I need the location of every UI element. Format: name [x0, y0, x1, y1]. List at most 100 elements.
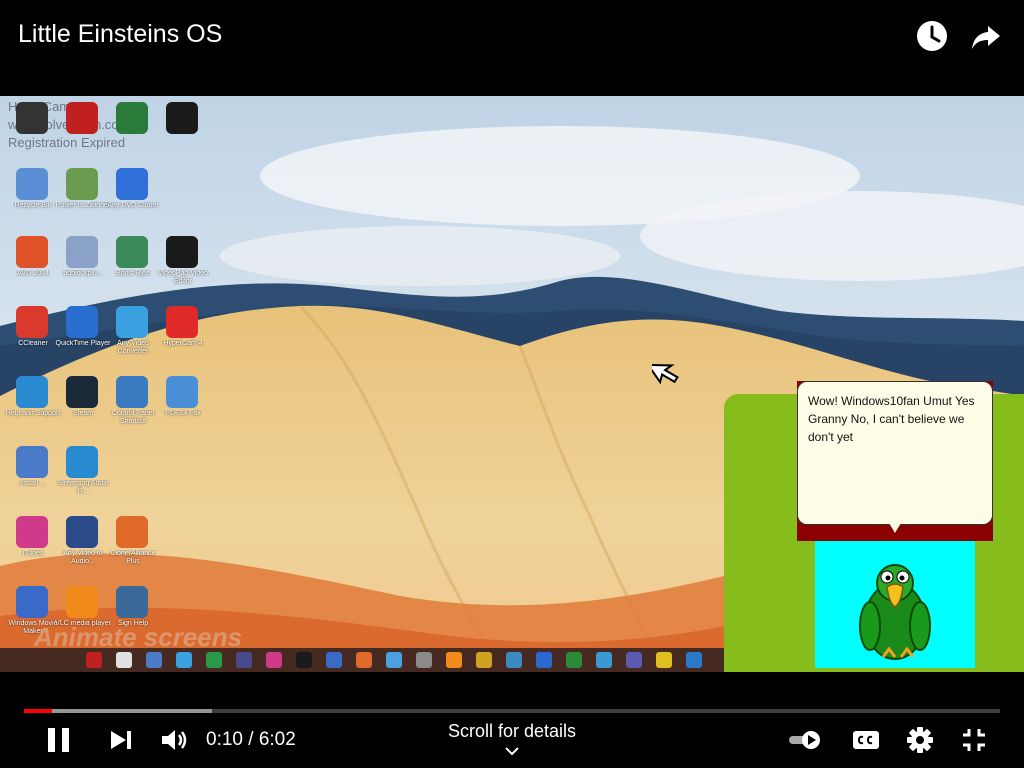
shortcut-label: PDF24 Fax — [165, 410, 201, 417]
shortcut-icon — [66, 102, 98, 134]
taskbar-app-icon[interactable] — [446, 652, 462, 668]
taskbar-app-icon[interactable] — [116, 652, 132, 668]
taskbar-app-icon[interactable] — [206, 652, 222, 668]
time-display: 0:10 / 6:02 — [206, 729, 296, 750]
top-bar: Little Einsteins OS — [0, 0, 1024, 96]
taskbar-app-icon[interactable] — [626, 652, 642, 668]
taskbar-app-icon[interactable] — [416, 652, 432, 668]
taskbar-app-icon[interactable] — [566, 652, 582, 668]
speech-bubble-tail — [889, 523, 901, 533]
watch-later-button[interactable] — [914, 18, 950, 54]
desktop-shortcut-icon[interactable]: AVG 2014 — [8, 236, 58, 306]
shortcut-label: VideoPad Video Editor — [158, 270, 208, 285]
captions-button[interactable] — [850, 724, 882, 756]
video-title[interactable]: Little Einsteins OS — [18, 20, 222, 49]
desktop-shortcut-icon[interactable]: HyperCam 4 — [158, 306, 208, 376]
settings-button[interactable] — [904, 724, 936, 756]
progress-bar[interactable] — [24, 709, 1000, 713]
desktop-shortcut-icon[interactable] — [8, 102, 58, 172]
autoplay-toggle[interactable] — [786, 724, 826, 756]
next-button[interactable] — [106, 724, 136, 756]
taskbar-app-icon[interactable] — [386, 652, 402, 668]
scroll-for-details[interactable]: Scroll for details — [412, 721, 612, 742]
desktop-shortcut-icon[interactable]: Any Video to Audio... — [58, 516, 108, 586]
taskbar-app-icon[interactable] — [266, 652, 282, 668]
volume-button[interactable] — [158, 724, 190, 756]
next-icon — [111, 731, 131, 749]
taskbar-app-icon[interactable] — [146, 652, 162, 668]
desktop-shortcut-icon[interactable] — [158, 102, 208, 172]
chevron-down-icon[interactable] — [503, 744, 521, 758]
desktop-shortcut-icon[interactable]: Install ... — [8, 446, 58, 516]
shortcut-icon — [166, 236, 198, 268]
taskbar-app-icon[interactable] — [236, 652, 252, 668]
shortcut-icon — [16, 306, 48, 338]
video-frame[interactable]: HyperCam 4 www.solveigmm.com Registratio… — [0, 96, 1024, 672]
share-arrow-icon — [972, 26, 1000, 49]
taskbar-app-icon[interactable] — [506, 652, 522, 668]
shortcut-icon — [166, 376, 198, 408]
shortcut-icon — [16, 236, 48, 268]
parrot-character-box — [815, 541, 975, 668]
taskbar-app-icon[interactable] — [176, 652, 192, 668]
taskbar-app-icon[interactable] — [356, 652, 372, 668]
captions-icon — [853, 731, 879, 749]
desktop-shortcut-icon[interactable]: Boost Byte — [108, 236, 158, 306]
mouse-cursor-icon — [652, 363, 679, 385]
desktop-shortcut-icon[interactable]: Steam — [58, 376, 108, 446]
desktop-shortcut-icon[interactable] — [108, 102, 158, 172]
taskbar-app-icon[interactable] — [656, 652, 672, 668]
taskbar-app-icon[interactable] — [296, 652, 312, 668]
volume-icon — [162, 730, 187, 750]
shortcut-icon — [66, 446, 98, 478]
shortcut-icon — [16, 168, 48, 200]
desktop-shortcut-icon[interactable]: Any Video Converter — [108, 306, 158, 376]
shortcut-icon — [116, 236, 148, 268]
exit-fullscreen-icon — [963, 729, 985, 751]
taskbar-app-icon[interactable] — [326, 652, 342, 668]
desktop-shortcut-icon[interactable]: CCleaner — [8, 306, 58, 376]
desktop-shortcut-icon[interactable]: Help and Support — [6, 376, 60, 446]
clock-icon — [917, 21, 947, 51]
shortcut-icon — [116, 586, 148, 618]
shortcut-icon — [66, 586, 98, 618]
pause-icon — [48, 728, 69, 752]
desktop-shortcut-icon[interactable]: VideoPad Video Editor — [158, 236, 208, 306]
played-bar — [24, 709, 52, 713]
desktop-shortcut-icon[interactable]: ClonerAlliance Plus — [108, 516, 158, 586]
share-button[interactable] — [968, 18, 1004, 54]
desktop-shortcut-icon[interactable]: Recycle Bin — [8, 168, 58, 238]
taskbar-app-icon[interactable] — [476, 652, 492, 668]
pause-button[interactable] — [44, 724, 74, 756]
shortcut-icon — [66, 376, 98, 408]
desktop-shortcut-icon[interactable]: QuickTime Player — [56, 306, 110, 376]
shortcut-label: Any DVD Cloner — [107, 202, 159, 209]
taskbar-app-icon[interactable] — [86, 652, 102, 668]
taskbar — [0, 648, 724, 672]
shortcut-icon — [16, 586, 48, 618]
desktop-shortcut-icon[interactable]: Power to Zwinner — [56, 168, 110, 238]
buffered-bar — [24, 709, 212, 713]
desktop-shortcut-icon[interactable]: PDF24 Fax — [158, 376, 208, 446]
desktop-shortcut-icon[interactable]: iTunes — [8, 516, 58, 586]
shortcut-icon — [166, 306, 198, 338]
desktop-shortcut-icon[interactable]: Streaming Audio R... — [57, 446, 109, 516]
shortcut-icon — [116, 376, 148, 408]
shortcut-icon — [66, 236, 98, 268]
taskbar-app-icon[interactable] — [596, 652, 612, 668]
taskbar-app-icon[interactable] — [536, 652, 552, 668]
desktop-shortcut-icon[interactable]: Control Panel Shortcut — [108, 376, 158, 446]
shortcut-label: HyperCam 4 — [163, 340, 203, 347]
desktop-shortcut-icon[interactable]: Any DVD Cloner — [107, 168, 159, 238]
taskbar-app-icon[interactable] — [686, 652, 702, 668]
speech-bubble: Wow! Windows10fan Umut Yes Granny No, I … — [797, 381, 993, 525]
exit-fullscreen-button[interactable] — [958, 724, 990, 756]
shortcut-icon — [66, 306, 98, 338]
shortcut-icon — [16, 516, 48, 548]
shortcut-icon — [16, 446, 48, 478]
parrot-icon — [859, 564, 931, 660]
shortcut-icon — [66, 516, 98, 548]
desktop-shortcut-icon[interactable]: adblockplu... — [58, 236, 108, 306]
shortcut-icon — [116, 306, 148, 338]
desktop-shortcut-icon[interactable] — [58, 102, 108, 172]
